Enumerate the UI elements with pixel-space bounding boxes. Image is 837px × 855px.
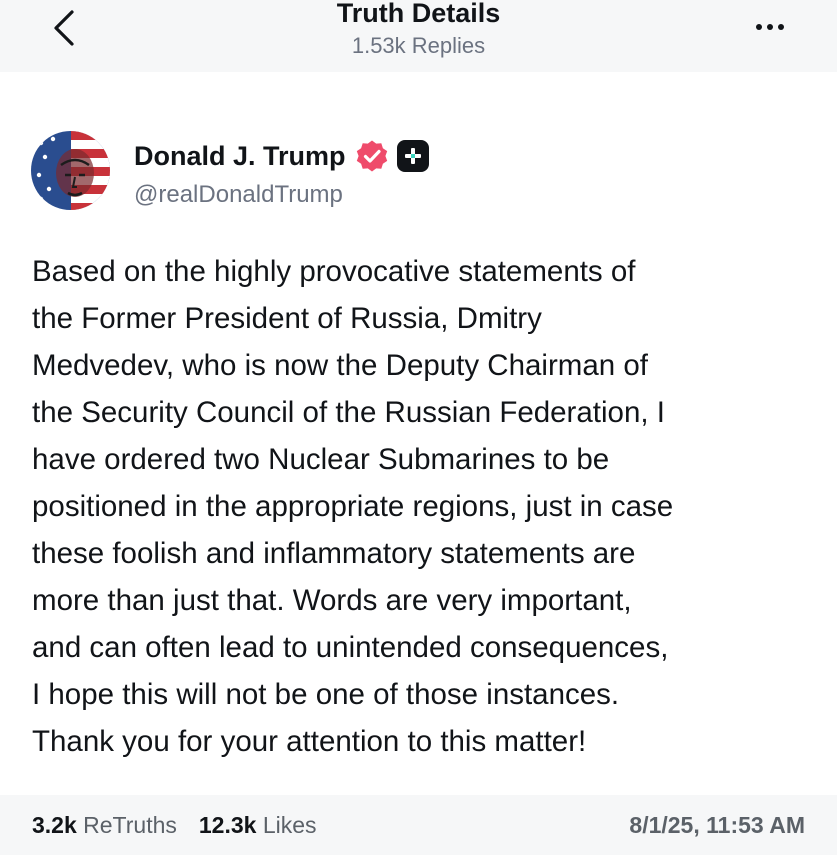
engagement-stats: 3.2k ReTruths 12.3k Likes xyxy=(32,812,317,839)
verified-badge-icon xyxy=(356,140,387,172)
retruths-label: ReTruths xyxy=(83,812,177,838)
plus-badge-icon xyxy=(396,140,429,172)
more-horizontal-icon xyxy=(756,24,762,30)
post-line: the Security Council of the Russian Fede… xyxy=(32,396,665,429)
likes-label: Likes xyxy=(262,812,317,838)
post-stats-bar: 3.2k ReTruths 12.3k Likes 8/1/25, 11:53 A… xyxy=(0,795,837,855)
post-line: more than just that. Words are very impo… xyxy=(32,584,632,617)
post-line: these foolish and inflammatory statement… xyxy=(32,537,636,570)
post-body: Based on the highly provocative statemen… xyxy=(32,248,822,765)
retruths-count: 3.2k xyxy=(32,812,77,838)
post-line: positioned in the appropriate regions, j… xyxy=(32,490,674,523)
avatar[interactable] xyxy=(31,131,110,210)
post-line: have ordered two Nuclear Submarines to b… xyxy=(32,443,610,476)
author-name[interactable]: Donald J. Trump xyxy=(134,141,346,172)
retruths-stat[interactable]: 3.2k ReTruths xyxy=(32,812,177,838)
author-row: Donald J. Trump xyxy=(134,139,429,173)
avatar-image xyxy=(31,131,110,210)
likes-count: 12.3k xyxy=(198,812,257,838)
post-timestamp: 8/1/25, 11:53 AM xyxy=(629,812,805,838)
post-line: Based on the highly provocative statemen… xyxy=(32,255,636,288)
post-line: I hope this will not be one of those ins… xyxy=(32,678,620,711)
post-line: the Former President of Russia, Dmitry xyxy=(32,302,542,335)
more-options-button[interactable] xyxy=(748,12,792,42)
top-bar: Truth Details 1.53k Replies xyxy=(0,0,837,72)
author-handle[interactable]: @realDonaldTrump xyxy=(134,181,343,209)
likes-stat[interactable]: 12.3k Likes xyxy=(199,812,317,838)
post-line: Thank you for your attention to this mat… xyxy=(32,725,587,758)
page-title: Truth Details xyxy=(336,0,501,28)
replies-count[interactable]: 1.53k Replies xyxy=(0,33,837,59)
post-line: and can often lead to unintended consequ… xyxy=(32,631,669,664)
post-line: Medvedev, who is now the Deputy Chairman… xyxy=(32,349,648,382)
